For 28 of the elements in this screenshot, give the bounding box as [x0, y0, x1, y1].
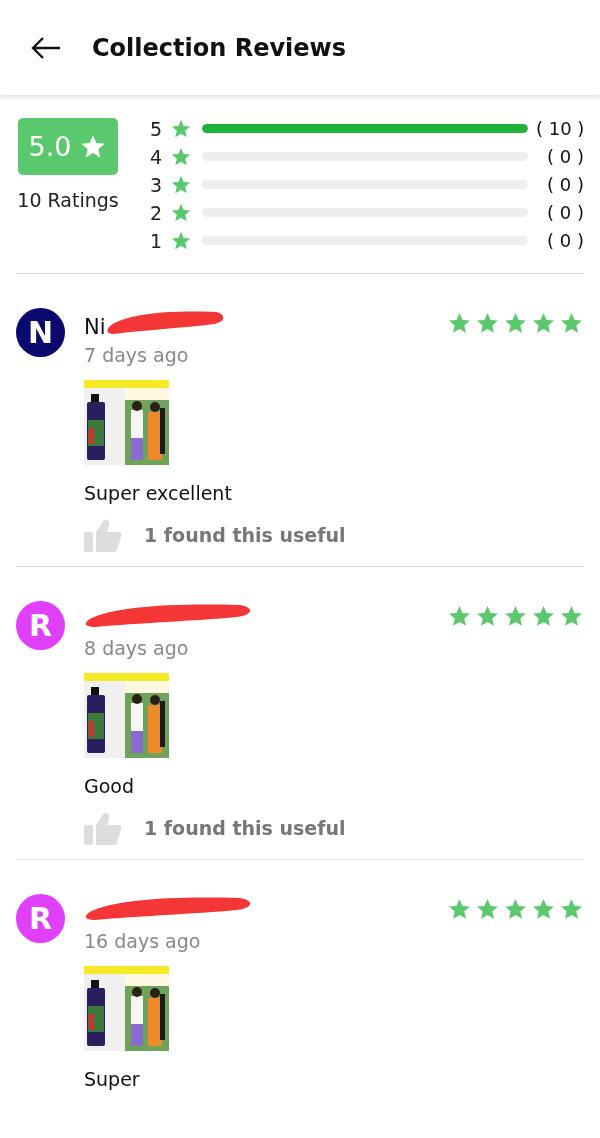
useful-count: 1 found this useful: [144, 817, 346, 839]
page-title: Collection Reviews: [92, 33, 347, 62]
useful-count: 1 found this useful: [144, 524, 346, 546]
star-level: 2: [150, 201, 164, 224]
review-text: Super: [84, 1068, 141, 1090]
star-level: 4: [150, 145, 164, 168]
star-level: 1: [150, 229, 164, 252]
star-level: 5: [150, 117, 164, 140]
back-icon[interactable]: [30, 35, 62, 60]
rating-count: ( 0 ): [546, 202, 584, 223]
review-text: Good: [84, 775, 136, 797]
reviewer-name: Ni: [84, 315, 106, 339]
rating-count: ( 10 ): [536, 118, 584, 139]
thumbs-up-icon[interactable]: [84, 811, 122, 845]
review-time: 8 days ago: [84, 637, 190, 659]
rating-count: ( 0 ): [546, 174, 584, 195]
review-time: 16 days ago: [84, 930, 202, 952]
average-rating-badge: 5.0: [18, 118, 118, 175]
user-avatar: R: [16, 894, 65, 943]
rating-count: ( 0 ): [546, 146, 584, 167]
user-avatar: N: [16, 308, 65, 357]
ratings-count: 10 Ratings: [17, 189, 119, 211]
review-text: Super excellent: [84, 482, 233, 504]
rating-count: ( 0 ): [546, 230, 584, 251]
review-time: 7 days ago: [84, 344, 190, 366]
thumbs-up-icon[interactable]: [84, 518, 122, 552]
user-avatar: R: [16, 601, 65, 650]
star-level: 3: [150, 173, 164, 196]
